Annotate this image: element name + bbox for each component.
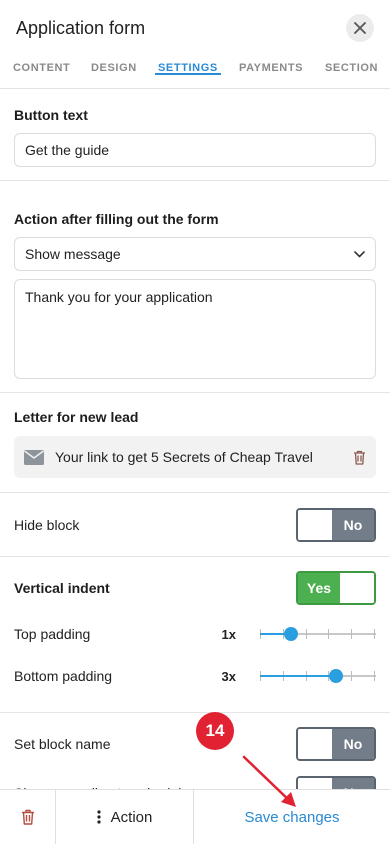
slider-thumb[interactable] (329, 669, 344, 683)
button-text-value: Get the guide (25, 142, 110, 158)
envelope-icon (24, 449, 44, 465)
toggle-state: No (332, 509, 374, 540)
action-after-label: Action after filling out the form (14, 211, 219, 227)
message-textarea[interactable]: Thank you for your application (14, 279, 376, 379)
action-select-value: Show message (25, 246, 121, 262)
vertical-indent-toggle[interactable]: Yes (296, 571, 376, 605)
toggle-knob (340, 573, 374, 603)
letter-section: Letter for new lead Your link to get 5 S… (0, 393, 390, 493)
block-name-toggle[interactable]: No (296, 727, 376, 761)
slider-fill (260, 675, 337, 677)
block-name-section: Set block name No (0, 713, 390, 775)
chevron-down-icon (354, 250, 365, 257)
toggle-knob (298, 729, 332, 759)
delete-button[interactable] (0, 790, 56, 844)
toggle-state: No (332, 729, 374, 759)
step-badge: 14 (196, 712, 234, 750)
slider-tick (305, 629, 307, 639)
tab-content[interactable]: CONTENT (13, 56, 70, 74)
letter-label: Letter for new lead (14, 409, 139, 425)
close-button[interactable] (346, 14, 374, 42)
toggle-state: Yes (298, 573, 340, 603)
action-select[interactable]: Show message (14, 237, 376, 271)
block-name-label: Set block name (14, 736, 111, 752)
slider-tick (374, 671, 375, 681)
button-text-label: Button text (14, 107, 88, 123)
bottom-padding-label: Bottom padding (14, 668, 113, 684)
top-padding-row: Top padding 1x (14, 619, 376, 649)
hide-block-section: Hide block No (0, 493, 390, 557)
vertical-indent-section: Vertical indent Yes Top padding 1x Botto… (0, 557, 390, 713)
message-text: Thank you for your application (25, 289, 213, 305)
trash-icon[interactable] (353, 450, 366, 465)
footer-bar: Action Save changes (0, 789, 390, 844)
button-text-section: Button text Get the guide (0, 89, 390, 181)
slider-tick (328, 629, 330, 639)
letter-item[interactable]: Your link to get 5 Secrets of Cheap Trav… (14, 436, 376, 478)
bottom-padding-row: Bottom padding 3x (14, 661, 376, 691)
hide-block-label: Hide block (14, 516, 80, 533)
settings-tabs: CONTENT DESIGN SETTINGS PAYMENTS SECTION (0, 56, 390, 89)
letter-item-title: Your link to get 5 Secrets of Cheap Trav… (55, 449, 313, 465)
top-padding-slider[interactable] (260, 624, 376, 644)
more-vertical-icon (97, 810, 101, 824)
top-padding-label: Top padding (14, 626, 91, 642)
page-title: Application form (16, 17, 146, 38)
action-label: Action (110, 808, 153, 826)
action-after-section: Action after filling out the form Show m… (0, 181, 390, 393)
form-header: Application form (0, 0, 390, 56)
top-padding-value: 1x (221, 626, 236, 642)
hide-block-toggle[interactable]: No (296, 507, 376, 542)
toggle-knob (298, 509, 332, 540)
trash-icon (21, 809, 34, 825)
tab-design[interactable]: DESIGN (91, 56, 137, 74)
action-button[interactable]: Action (56, 790, 194, 844)
tab-section[interactable]: SECTION (325, 56, 378, 74)
tab-payments[interactable]: PAYMENTS (239, 56, 303, 74)
close-icon (354, 22, 366, 34)
button-text-input[interactable]: Get the guide (14, 133, 376, 167)
save-changes-button[interactable]: Save changes (194, 790, 390, 844)
slider-tick (351, 671, 353, 681)
slider-tick (351, 629, 353, 639)
tab-settings[interactable]: SETTINGS (155, 56, 221, 75)
slider-tick (374, 629, 375, 639)
bottom-padding-slider[interactable] (260, 666, 376, 686)
vertical-indent-label: Vertical indent (14, 580, 110, 596)
slider-thumb[interactable] (283, 627, 298, 641)
bottom-padding-value: 3x (221, 668, 236, 684)
